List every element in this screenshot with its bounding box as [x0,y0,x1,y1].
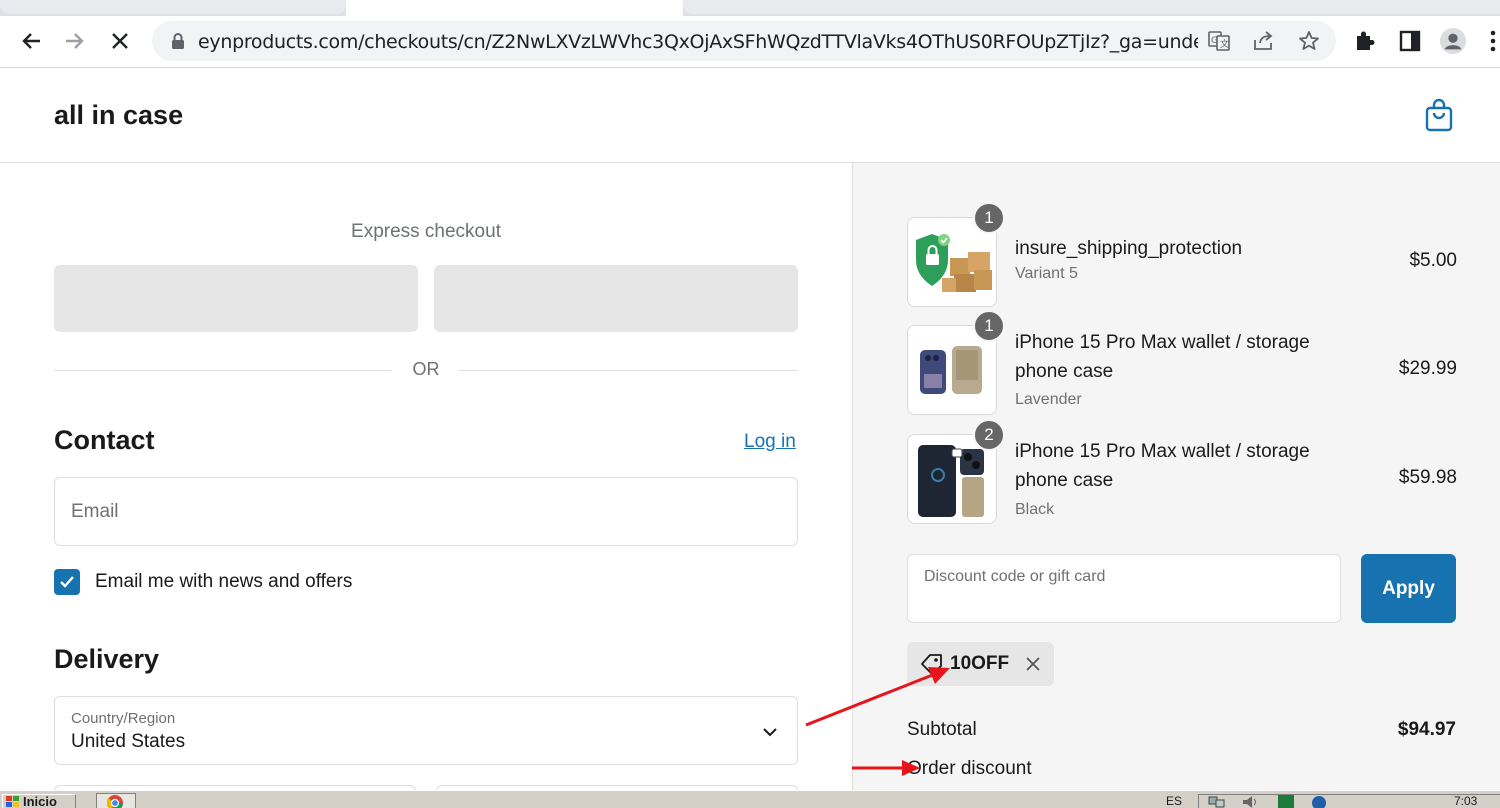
login-link[interactable]: Log in [744,431,796,453]
remove-discount-icon[interactable] [1023,654,1043,674]
chrome-icon [107,795,123,808]
item-price: $29.99 [1398,358,1457,379]
item-name: iPhone 15 Pro Max wallet / storage phone… [1015,441,1310,491]
stop-loading-icon[interactable] [105,26,135,56]
app-tray-icon[interactable] [1311,795,1327,808]
country-label: Country/Region [71,710,176,727]
start-button[interactable]: Inicio [2,794,76,808]
or-divider: OR [54,359,798,383]
lock-icon[interactable] [166,29,190,53]
item-name: insure_shipping_protection [1015,238,1243,259]
back-arrow-icon[interactable] [16,26,46,56]
item-price: $5.00 [1409,250,1457,271]
subtotal-label: Subtotal [907,719,977,740]
share-icon[interactable] [1252,29,1276,53]
shopping-bag-icon[interactable] [1424,98,1454,132]
quantity-badge: 2 [973,419,1005,451]
side-panel-icon[interactable] [1397,28,1423,54]
order-discount-label: Order discount [907,758,1032,779]
express-checkout-label: Express checkout [351,221,501,242]
store-title[interactable]: all in case [54,100,183,131]
excel-tray-icon[interactable] [1277,795,1295,808]
country-select[interactable]: Country/Region United States [54,696,798,765]
taskbar-chrome-app[interactable] [96,793,136,808]
contact-heading: Contact [54,425,155,455]
express-payment-button-1[interactable] [54,265,418,332]
price-tag-icon [920,652,944,676]
browser-tab-strip [0,0,1500,16]
chevron-down-icon[interactable] [759,721,781,743]
browser-toolbar: eynproducts.com/checkouts/cn/Z2NwLXVzLWV… [0,16,1500,68]
express-payment-button-2[interactable] [434,265,798,332]
browser-tab-inactive[interactable] [0,0,346,14]
quantity-badge: 1 [973,202,1005,234]
divider-line-right [459,370,798,371]
item-variant: Variant 5 [1015,265,1078,282]
delivery-heading: Delivery [54,644,160,674]
item-variant: Lavender [1015,391,1082,408]
cart-item-3: 2 iPhone 15 Pro Max wallet / storage pho… [907,419,1457,524]
start-label: Inicio [23,794,57,808]
os-taskbar: Inicio ES 7:03 [0,790,1500,808]
subtotal-value: $94.97 [1397,719,1456,740]
item-name: iPhone 15 Pro Max wallet / storage phone… [1015,332,1310,382]
newsletter-label[interactable]: Email me with news and offers [95,571,352,593]
browser-menu-icon[interactable] [1486,28,1500,54]
checkout-form: Express checkout OR Contact Log in Email… [0,163,852,805]
svg-text:G: G [1211,36,1218,46]
email-field[interactable] [54,477,798,546]
item-variant: Black [1015,501,1055,518]
windows-logo-icon [6,796,19,807]
volume-icon[interactable] [1241,795,1261,808]
item-price: $59.98 [1398,467,1457,488]
address-bar[interactable]: eynproducts.com/checkouts/cn/Z2NwLXVzLWV… [152,21,1336,61]
apply-discount-button[interactable]: Apply [1361,554,1456,623]
cart-item-1: 1 insure_shipping_protection Variant 5 $… [907,202,1457,307]
clock[interactable]: 7:03 [1454,794,1477,808]
country-value[interactable]: United States [71,731,185,753]
discount-code-input[interactable] [907,554,1341,623]
network-icon[interactable] [1207,795,1227,808]
translate-icon[interactable]: G文 [1207,29,1231,53]
order-summary: 1 insure_shipping_protection Variant 5 $… [852,163,1500,790]
applied-discount-tag: 10OFF [907,642,1054,686]
newsletter-checkbox[interactable] [54,569,80,595]
checkmark-icon [60,576,74,588]
profile-avatar-icon[interactable] [1440,28,1466,54]
svg-text:文: 文 [1220,38,1229,50]
url-text[interactable]: eynproducts.com/checkouts/cn/Z2NwLXVzLWV… [198,31,1198,53]
forward-arrow-icon[interactable] [60,26,90,56]
cart-item-2: 1 iPhone 15 Pro Max wallet / storage pho… [907,310,1457,415]
browser-tab-active[interactable] [346,0,683,16]
quantity-badge: 1 [973,310,1005,342]
extensions-puzzle-icon[interactable] [1352,28,1378,54]
browser-tab-inactive-2[interactable] [683,0,1500,14]
store-header: all in case [0,68,1500,163]
language-indicator[interactable]: ES [1166,794,1182,808]
discount-code-text: 10OFF [950,653,1010,674]
bookmark-star-icon[interactable] [1297,29,1321,53]
